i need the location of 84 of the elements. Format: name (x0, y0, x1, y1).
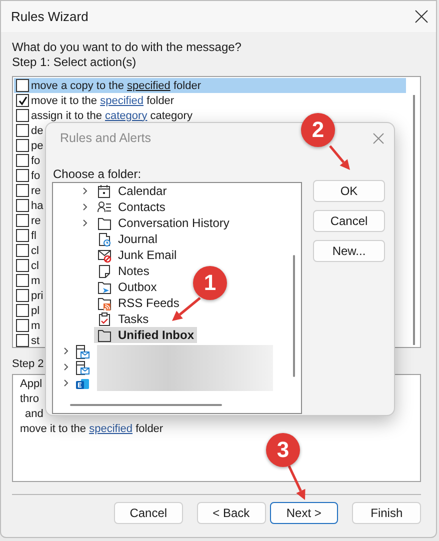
link[interactable]: specified (89, 423, 133, 435)
journal-icon (97, 232, 112, 246)
folder-prompt: Choose a folder: (53, 166, 142, 182)
wizard-button[interactable]: Next > (270, 502, 338, 524)
link[interactable]: specified (100, 94, 144, 106)
wizard-button[interactable]: < Back (196, 502, 266, 524)
contacts-icon (97, 200, 112, 214)
checkbox[interactable] (16, 304, 29, 317)
close-icon[interactable] (415, 10, 428, 23)
scrollbar[interactable] (293, 255, 295, 377)
folder-icon (97, 328, 112, 342)
action-row[interactable]: fo (14, 153, 40, 168)
junk-icon (97, 248, 112, 262)
checkbox[interactable] (16, 79, 29, 92)
action-row[interactable]: move it to the specified folder (14, 93, 406, 108)
action-row[interactable]: re (14, 213, 41, 228)
folder-item[interactable]: Junk Email (94, 247, 180, 263)
action-row[interactable]: move a copy to the specified folder (14, 78, 406, 93)
notes-icon (97, 264, 112, 278)
folder-item[interactable]: Conversation History (94, 215, 232, 231)
action-row[interactable]: ha (14, 198, 44, 213)
tasks-icon (97, 312, 112, 326)
action-row[interactable]: cl (14, 243, 39, 258)
checkbox[interactable] (16, 319, 29, 332)
folder-item[interactable]: Contacts (94, 199, 168, 215)
action-row[interactable]: st (14, 333, 40, 348)
checkbox[interactable] (16, 109, 29, 122)
window-title: Rules Wizard (11, 9, 88, 24)
mailbox-icon[interactable] (75, 360, 90, 374)
folder-item[interactable]: Unified Inbox (94, 327, 197, 343)
description-line: move it to the specified folder (20, 422, 164, 437)
checkbox[interactable] (16, 199, 29, 212)
action-row[interactable]: re (14, 183, 41, 198)
action-row[interactable]: fl (14, 228, 36, 243)
checkbox[interactable] (16, 154, 29, 167)
folder-icon (97, 216, 112, 230)
checkbox[interactable] (16, 289, 29, 302)
scrollbar[interactable] (70, 404, 222, 406)
wizard-button[interactable]: Cancel (114, 502, 183, 524)
dialog-button[interactable]: Cancel (313, 210, 385, 232)
checkbox[interactable] (16, 139, 29, 152)
action-row[interactable]: pe (14, 138, 44, 153)
pointer-arrow (288, 465, 306, 500)
link[interactable]: category (105, 110, 148, 122)
wizard-button[interactable]: Finish (352, 502, 421, 524)
action-row[interactable]: m (14, 318, 40, 333)
dialog-title: Rules and Alerts (60, 131, 152, 145)
rss-icon (97, 296, 112, 310)
checkbox[interactable] (16, 229, 29, 242)
action-row[interactable]: cl (14, 258, 39, 273)
checkbox[interactable] (16, 244, 29, 257)
outbox-icon (97, 280, 112, 294)
link[interactable]: specified (127, 80, 170, 92)
dialog-button[interactable]: OK (313, 180, 385, 202)
checkbox[interactable] (16, 334, 29, 347)
mailbox-icon[interactable] (75, 344, 90, 358)
description-line: thro (20, 392, 39, 407)
action-row[interactable]: pl (14, 303, 40, 318)
action-row[interactable]: pri (14, 288, 44, 303)
checkbox[interactable] (16, 124, 29, 137)
folder-item[interactable]: RSS Feeds (94, 295, 182, 311)
folder-item[interactable]: Outbox (94, 279, 160, 295)
checkbox[interactable] (16, 274, 29, 287)
action-row[interactable]: fo (14, 168, 40, 183)
checkbox[interactable] (16, 259, 29, 272)
checkbox[interactable] (16, 169, 29, 182)
folder-item[interactable]: Journal (94, 231, 160, 247)
action-row[interactable]: m (14, 273, 40, 288)
folder-item[interactable]: Tasks (94, 311, 152, 327)
dialog-button[interactable]: New... (313, 240, 385, 262)
step-label: Step 2 (12, 357, 44, 372)
pointer-arrow (329, 145, 350, 170)
scrollbar[interactable] (413, 95, 415, 345)
folder-item[interactable]: Notes (94, 263, 152, 279)
folder-item[interactable]: Calendar (94, 183, 170, 199)
calendar-icon (97, 184, 112, 198)
checkbox[interactable] (16, 214, 29, 227)
action-row[interactable]: de (14, 123, 44, 138)
step-label: Step 1: Select action(s) (12, 55, 136, 70)
description-line: and (25, 407, 44, 422)
description-line: Appl (20, 377, 42, 392)
question-text: What do you want to do with the message? (12, 40, 242, 55)
checkbox[interactable] (16, 94, 29, 107)
checkbox[interactable] (16, 184, 29, 197)
